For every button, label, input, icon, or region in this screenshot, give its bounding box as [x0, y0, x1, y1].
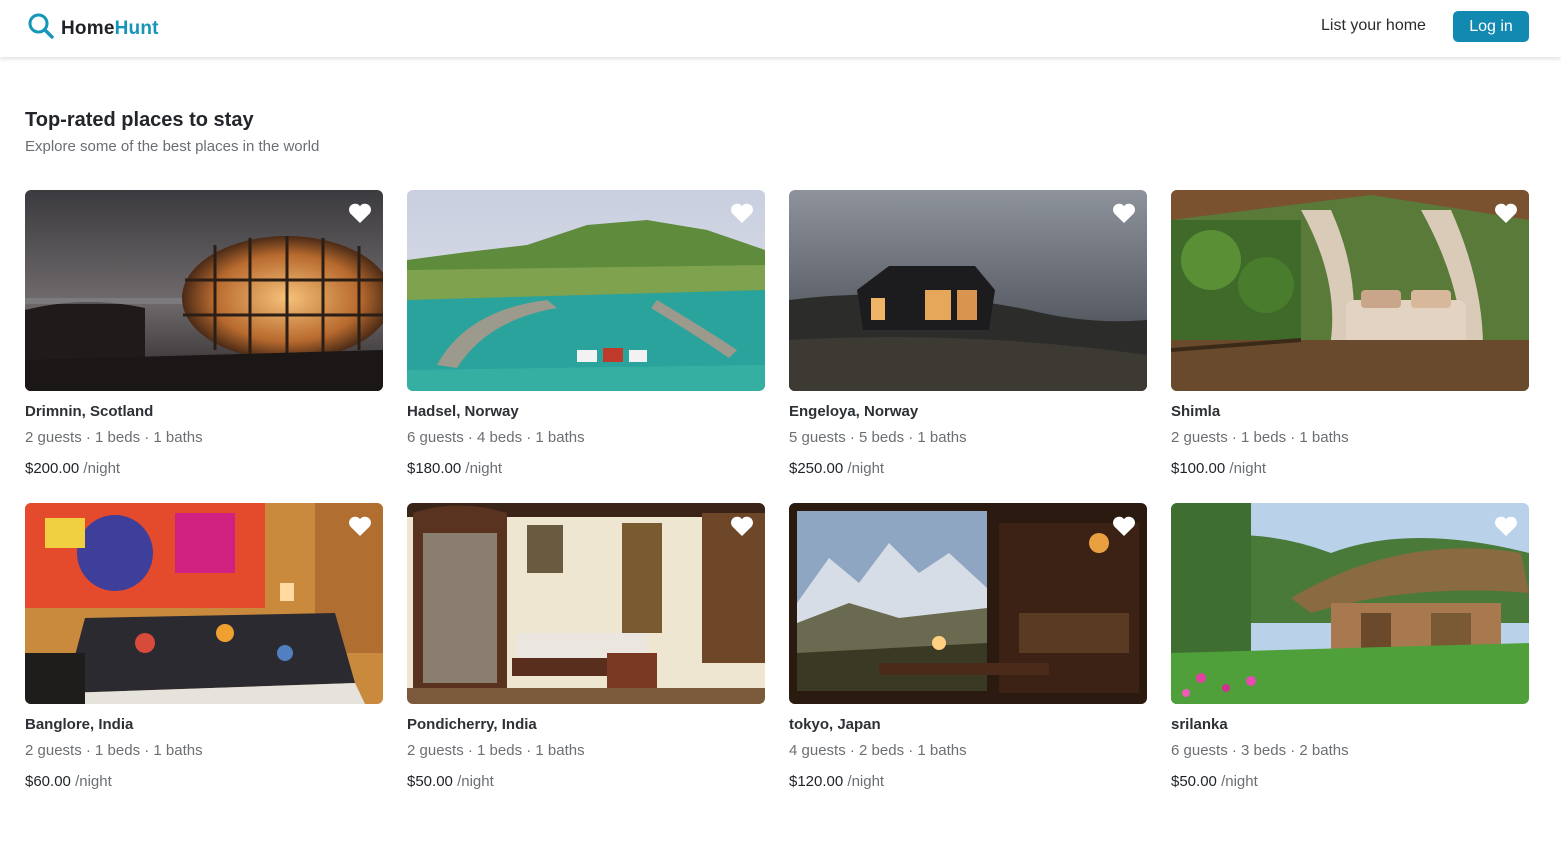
login-button[interactable]: Log in: [1453, 11, 1529, 42]
price-amount: $60.00: [25, 773, 71, 790]
listing-price: $50.00 /night: [1171, 773, 1529, 790]
price-unit: /night: [1229, 460, 1267, 477]
heart-icon[interactable]: [1494, 515, 1518, 537]
listing-name: Drimnin, Scotland: [25, 403, 154, 420]
listing-name: srilanka: [1171, 716, 1228, 733]
listing-details: 6 guests · 3 beds · 2 baths: [1171, 742, 1349, 759]
listing-card[interactable]: Banglore, India 2 guests · 1 beds · 1 ba…: [25, 503, 383, 816]
listing-card[interactable]: srilanka 6 guests · 3 beds · 2 baths $50…: [1171, 503, 1529, 816]
listing-details: 4 guests · 2 beds · 1 baths: [789, 742, 967, 759]
logo-text-home: Home: [61, 17, 115, 39]
listing-details: 2 guests · 1 beds · 1 baths: [25, 429, 203, 446]
listing-photo[interactable]: [789, 190, 1147, 391]
heart-icon[interactable]: [1112, 202, 1136, 224]
listing-card[interactable]: Drimnin, Scotland 2 guests · 1 beds · 1 …: [25, 190, 383, 503]
listing-photo[interactable]: [1171, 190, 1529, 391]
listing-name: Pondicherry, India: [407, 716, 537, 733]
price-amount: $200.00: [25, 460, 80, 477]
price-amount: $120.00: [789, 773, 844, 790]
price-amount: $50.00: [1171, 773, 1217, 790]
listing-price: $120.00 /night: [789, 773, 1147, 790]
listing-card[interactable]: Engeloya, Norway 5 guests · 5 beds · 1 b…: [789, 190, 1147, 503]
listing-details: 5 guests · 5 beds · 1 baths: [789, 429, 967, 446]
listing-photo[interactable]: [25, 190, 383, 391]
price-amount: $100.00: [1171, 460, 1226, 477]
price-amount: $180.00: [407, 460, 462, 477]
listing-details: 6 guests · 4 beds · 1 baths: [407, 429, 585, 446]
price-unit: /night: [847, 460, 885, 477]
listing-card[interactable]: Shimla 2 guests · 1 beds · 1 baths $100.…: [1171, 190, 1529, 503]
listing-details: 2 guests · 1 beds · 1 baths: [407, 742, 585, 759]
listing-price: $200.00 /night: [25, 460, 383, 477]
price-unit: /night: [1221, 773, 1258, 790]
top-navbar: HomeHunt List your home Log in: [0, 0, 1561, 57]
listing-card[interactable]: tokyo, Japan 4 guests · 2 beds · 1 baths…: [789, 503, 1147, 816]
listing-price: $100.00 /night: [1171, 460, 1529, 477]
listing-photo[interactable]: [789, 503, 1147, 704]
listing-name: Banglore, India: [25, 716, 134, 733]
price-amount: $50.00: [407, 773, 453, 790]
logo-text-hunt: Hunt: [114, 17, 159, 39]
price-amount: $250.00: [789, 460, 844, 477]
section-title: Top-rated places to stay: [25, 109, 254, 131]
list-your-home-link[interactable]: List your home: [1321, 17, 1426, 35]
heart-icon[interactable]: [730, 202, 754, 224]
listings-grid: Drimnin, Scotland 2 guests · 1 beds · 1 …: [25, 190, 1529, 816]
heart-icon[interactable]: [1494, 202, 1518, 224]
listing-price: $180.00 /night: [407, 460, 765, 477]
price-unit: /night: [75, 773, 112, 790]
listing-photo[interactable]: [407, 503, 765, 704]
price-unit: /night: [457, 773, 494, 790]
listing-card[interactable]: Pondicherry, India 2 guests · 1 beds · 1…: [407, 503, 765, 816]
listing-details: 2 guests · 1 beds · 1 baths: [25, 742, 203, 759]
price-unit: /night: [83, 460, 121, 477]
listing-photo[interactable]: [25, 503, 383, 704]
listing-photo[interactable]: [1171, 503, 1529, 704]
listing-card[interactable]: Hadsel, Norway 6 guests · 4 beds · 1 bat…: [407, 190, 765, 503]
listing-price: $250.00 /night: [789, 460, 1147, 477]
listing-price: $50.00 /night: [407, 773, 765, 790]
homehunt-logo[interactable]: HomeHunt: [27, 12, 159, 45]
heart-icon[interactable]: [348, 202, 372, 224]
heart-icon[interactable]: [730, 515, 754, 537]
listing-name: tokyo, Japan: [789, 716, 881, 733]
listing-name: Hadsel, Norway: [407, 403, 519, 420]
heart-icon[interactable]: [348, 515, 372, 537]
heart-icon[interactable]: [1112, 515, 1136, 537]
listing-details: 2 guests · 1 beds · 1 baths: [1171, 429, 1349, 446]
listing-price: $60.00 /night: [25, 773, 383, 790]
logo-text: HomeHunt: [61, 18, 159, 40]
listing-photo[interactable]: [407, 190, 765, 391]
search-icon: [27, 12, 55, 45]
price-unit: /night: [465, 460, 503, 477]
price-unit: /night: [847, 773, 885, 790]
listing-name: Shimla: [1171, 403, 1221, 420]
listing-name: Engeloya, Norway: [789, 403, 919, 420]
section-subtitle: Explore some of the best places in the w…: [25, 138, 320, 155]
